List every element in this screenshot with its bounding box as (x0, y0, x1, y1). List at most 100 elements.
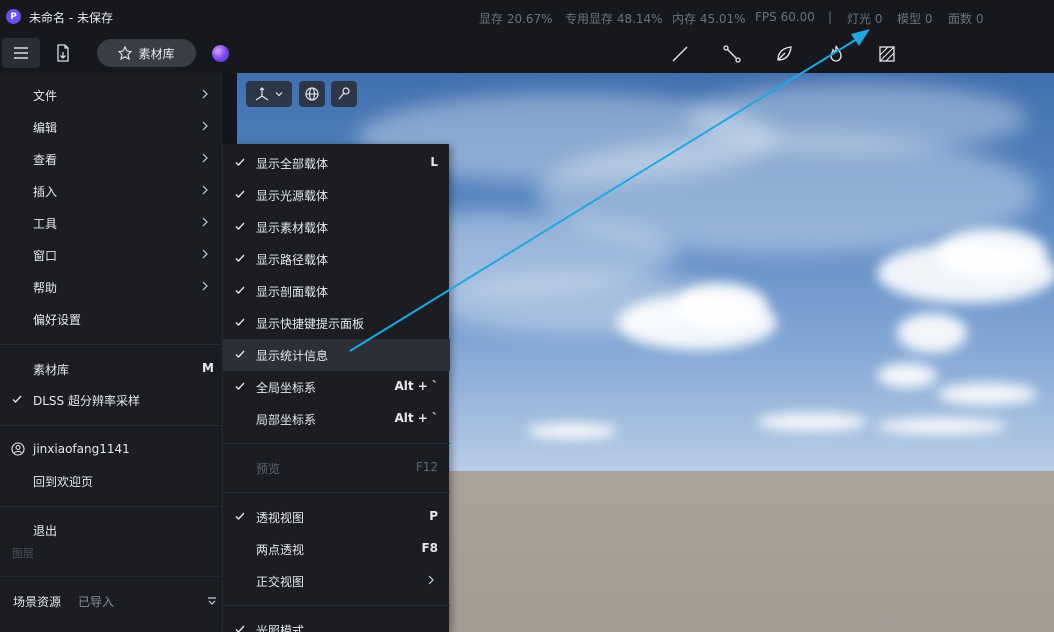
submenu-item-local-coords[interactable]: 局部坐标系 Alt + ` (223, 403, 450, 435)
menu-item-dlss[interactable]: DLSS 超分辨率采样 (0, 384, 222, 416)
gizmo-mode-dropdown[interactable] (246, 81, 292, 107)
submenu-item-preview[interactable]: 预览 F12 (223, 452, 450, 484)
shortcut-key: F12 (415, 460, 438, 474)
checkmark-icon (235, 190, 245, 198)
menu-item-label: 编辑 (33, 120, 58, 135)
submenu-item-label: 显示全部载体 (256, 156, 329, 171)
snap-tool-button[interactable] (331, 81, 357, 107)
chevron-right-icon (202, 281, 208, 291)
title-bar: P 未命名 - 未保存 显存 20.67% 专用显存 48.14% 内存 45.… (0, 0, 1054, 34)
submenu-item-two-point[interactable]: 两点透视 F8 (223, 533, 450, 565)
submenu-item-show-shortcut-panel[interactable]: 显示快捷键提示面板 (223, 307, 450, 339)
submenu-item-show-all-carriers[interactable]: 显示全部载体 L (223, 147, 450, 179)
submenu-item-label: 显示统计信息 (256, 348, 329, 363)
menu-item-exit[interactable]: 退出 (0, 514, 222, 546)
stat-fps: FPS 60.00 (755, 10, 815, 24)
library-button[interactable]: 素材库 (97, 39, 196, 67)
checkmark-icon (235, 318, 245, 326)
submenu-item-label: 显示剖面载体 (256, 284, 329, 299)
menu-separator (223, 492, 450, 493)
light-tool-button[interactable] (823, 41, 849, 67)
shortcut-key: Alt + ` (394, 411, 438, 425)
submenu-item-show-asset-carriers[interactable]: 显示素材载体 (223, 211, 450, 243)
path-tool-button[interactable] (719, 41, 745, 67)
chevron-right-icon (202, 121, 208, 131)
menu-item-label: 帮助 (33, 280, 58, 295)
user-avatar-icon (11, 442, 25, 456)
layers-panel-label: 图层 (12, 547, 34, 560)
menu-separator (0, 344, 222, 345)
submenu-item-lighting-mode[interactable]: 光照模式 (223, 614, 450, 632)
submenu-item-label: 正交视图 (256, 574, 305, 589)
submenu-item-label: 显示路径载体 (256, 252, 329, 267)
filter-icon[interactable] (206, 595, 218, 607)
menu-item-label: 文件 (33, 88, 58, 103)
section-plane-icon (879, 46, 895, 62)
main-menu-button[interactable] (2, 38, 40, 68)
import-file-button[interactable] (50, 38, 76, 68)
checkmark-icon (235, 254, 245, 262)
library-button-label: 素材库 (138, 46, 175, 61)
menu-item-label: jinxiaofang1141 (33, 442, 130, 456)
menu-item-file[interactable]: 文件 (0, 79, 222, 111)
chevron-right-icon (202, 153, 208, 163)
submenu-item-label: 显示光源载体 (256, 188, 329, 203)
menu-item-preferences[interactable]: 偏好设置 (0, 303, 222, 335)
chevron-right-icon (202, 249, 208, 259)
menu-item-library[interactable]: 素材库 M (0, 353, 222, 385)
submenu-item-global-coords[interactable]: 全局坐标系 Alt + ` (223, 371, 450, 403)
submenu-item-show-path-carriers[interactable]: 显示路径载体 (223, 243, 450, 275)
checkmark-icon (235, 222, 245, 230)
checkmark-icon (235, 625, 245, 632)
pin-tool-icon (338, 87, 350, 100)
chevron-right-icon (202, 217, 208, 227)
checkmark-icon (235, 158, 245, 166)
stat-dedicated-vram: 专用显存 48.14% (565, 12, 663, 26)
shortcut-key: L (430, 155, 438, 169)
checkmark-icon (235, 382, 245, 390)
submenu-item-show-light-carriers[interactable]: 显示光源载体 (223, 179, 450, 211)
material-orb-icon[interactable] (212, 45, 229, 62)
submenu-item-show-statistics[interactable]: 显示统计信息 (223, 339, 450, 371)
menu-item-label: 素材库 (33, 362, 70, 377)
menu-item-tools[interactable]: 工具 (0, 207, 222, 239)
menu-separator (0, 506, 222, 507)
leaf-icon (777, 46, 792, 61)
submenu-item-perspective[interactable]: 透视视图 P (223, 501, 450, 533)
submenu-item-label: 显示素材载体 (256, 220, 329, 235)
global-view-button[interactable] (299, 81, 325, 107)
submenu-item-label: 预览 (256, 461, 281, 476)
submenu-item-orthographic[interactable]: 正交视图 (223, 565, 450, 597)
menu-item-insert[interactable]: 插入 (0, 175, 222, 207)
file-import-icon (57, 44, 69, 62)
line-tool-button[interactable] (667, 41, 693, 67)
checkmark-icon (235, 350, 245, 358)
path-nodes-icon (723, 45, 741, 63)
menu-item-help[interactable]: 帮助 (0, 271, 222, 303)
menu-item-edit[interactable]: 编辑 (0, 111, 222, 143)
menu-item-welcome[interactable]: 回到欢迎页 (0, 465, 222, 497)
checkmark-icon (235, 286, 245, 294)
document-title: 未命名 - 未保存 (29, 11, 113, 25)
menu-item-label: 回到欢迎页 (33, 474, 94, 489)
menu-item-label: 插入 (33, 184, 58, 199)
menu-item-user[interactable]: jinxiaofang1141 (0, 433, 222, 465)
menu-item-label: 查看 (33, 152, 58, 167)
stat-faces: 面数 0 (948, 12, 984, 26)
vegetation-tool-button[interactable] (771, 41, 797, 67)
submenu-item-label: 两点透视 (256, 542, 305, 557)
submenu-item-label: 局部坐标系 (256, 412, 317, 427)
library-icon (118, 46, 133, 60)
menu-item-view[interactable]: 查看 (0, 143, 222, 175)
menu-item-window[interactable]: 窗口 (0, 239, 222, 271)
submenu-item-show-section-carriers[interactable]: 显示剖面载体 (223, 275, 450, 307)
shortcut-key: F8 (421, 541, 438, 555)
section-tool-button[interactable] (874, 41, 900, 67)
submenu-item-label: 光照模式 (256, 623, 305, 632)
shortcut-key: M (202, 361, 214, 375)
menu-item-label: 退出 (33, 523, 58, 538)
stat-lights[interactable]: 灯光 0 (847, 10, 882, 27)
menu-item-label: 工具 (33, 216, 58, 231)
panel-separator (0, 576, 222, 577)
view-submenu: 显示全部载体 L 显示光源载体 显示素材载体 显示路径载体 显示剖面载体 显示快… (222, 144, 450, 632)
